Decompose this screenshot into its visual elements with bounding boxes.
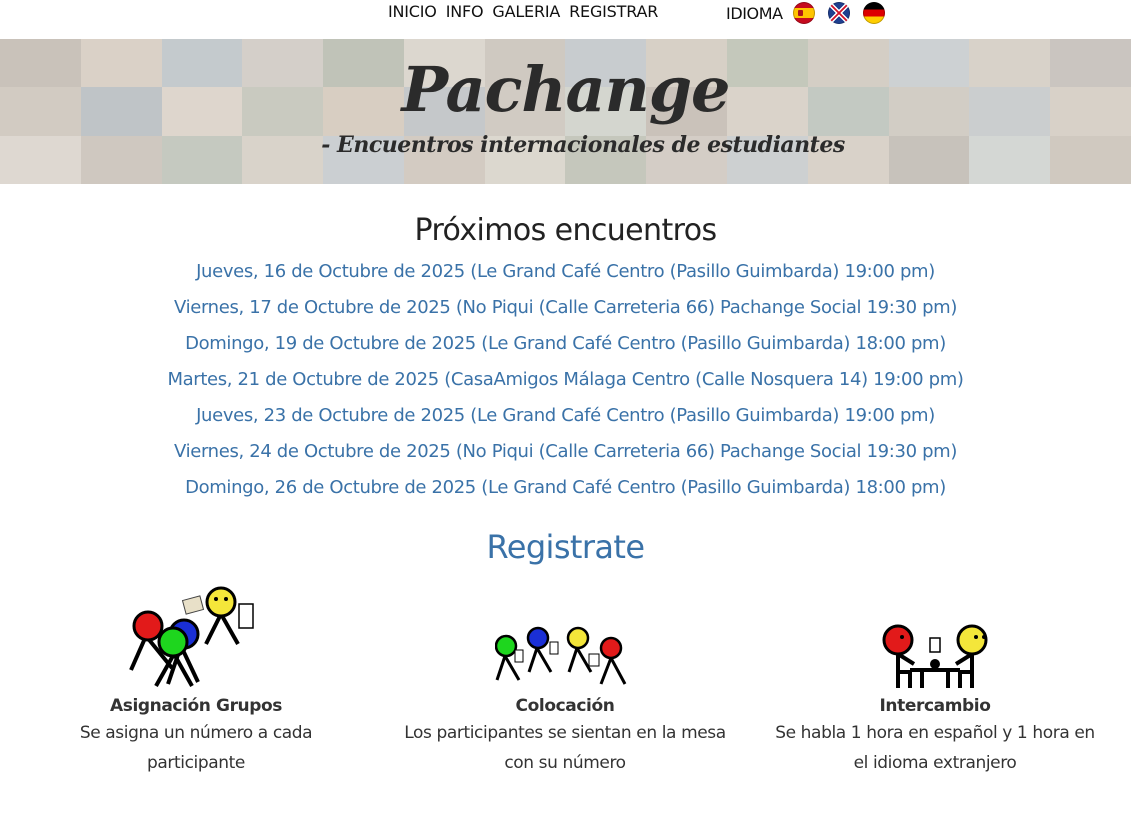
feature-description: Se habla 1 hora en español y 1 hora en e…	[775, 723, 1095, 773]
feature-exchange: Intercambio Se habla 1 hora en español y…	[770, 580, 1100, 778]
uk-flag-icon[interactable]	[827, 2, 850, 24]
event-link[interactable]: Jueves, 23 de Octubre de 2025 (Le Grand …	[0, 400, 1131, 436]
event-link[interactable]: Jueves, 16 de Octubre de 2025 (Le Grand …	[0, 256, 1131, 292]
site-title: Pachange	[401, 53, 730, 126]
spain-flag-icon[interactable]	[792, 2, 815, 24]
nav-registrar[interactable]: REGISTRAR	[569, 2, 658, 21]
seating-icon	[495, 626, 627, 685]
nav-galeria[interactable]: GALERIA	[492, 2, 560, 21]
group-assignment-icon	[129, 586, 254, 687]
germany-flag-icon[interactable]	[862, 2, 885, 24]
feature-description: Los participantes se sientan en la mesa …	[404, 723, 726, 773]
main-menu: INICIO INFO GALERIA REGISTRAR	[388, 2, 658, 21]
header-banner: Pachange - Encuentros internacionales de…	[0, 39, 1131, 184]
events-heading: Próximos encuentros	[414, 213, 718, 248]
feature-title: Colocación	[515, 696, 615, 716]
events-list: Jueves, 16 de Octubre de 2025 (Le Grand …	[0, 256, 1131, 508]
nav-inicio[interactable]: INICIO	[388, 2, 437, 21]
feature-seating: Colocación Los participantes se sientan …	[400, 580, 730, 778]
event-link[interactable]: Domingo, 26 de Octubre de 2025 (Le Grand…	[0, 472, 1131, 508]
exchange-icon	[882, 624, 988, 688]
language-label: IDIOMA	[726, 3, 783, 23]
event-link[interactable]: Domingo, 19 de Octubre de 2025 (Le Grand…	[0, 328, 1131, 364]
event-link[interactable]: Martes, 21 de Octubre de 2025 (CasaAmigo…	[0, 364, 1131, 400]
event-link[interactable]: Viernes, 17 de Octubre de 2025 (No Piqui…	[0, 292, 1131, 328]
feature-title: Asignación Grupos	[109, 696, 283, 716]
nav-info[interactable]: INFO	[446, 2, 484, 21]
feature-title: Intercambio	[879, 696, 991, 716]
language-selector: IDIOMA	[726, 2, 898, 24]
site-subtitle: - Encuentros internacionales de estudian…	[321, 132, 845, 158]
feature-group-assignment: Asignación Grupos Se asigna un número a …	[30, 580, 362, 778]
top-navigation: INICIO INFO GALERIA REGISTRAR IDIOMA	[0, 0, 1131, 39]
register-link[interactable]: Registrate	[0, 528, 1131, 566]
feature-description: Se asigna un número a cada participante	[79, 723, 313, 773]
event-link[interactable]: Viernes, 24 de Octubre de 2025 (No Piqui…	[0, 436, 1131, 472]
